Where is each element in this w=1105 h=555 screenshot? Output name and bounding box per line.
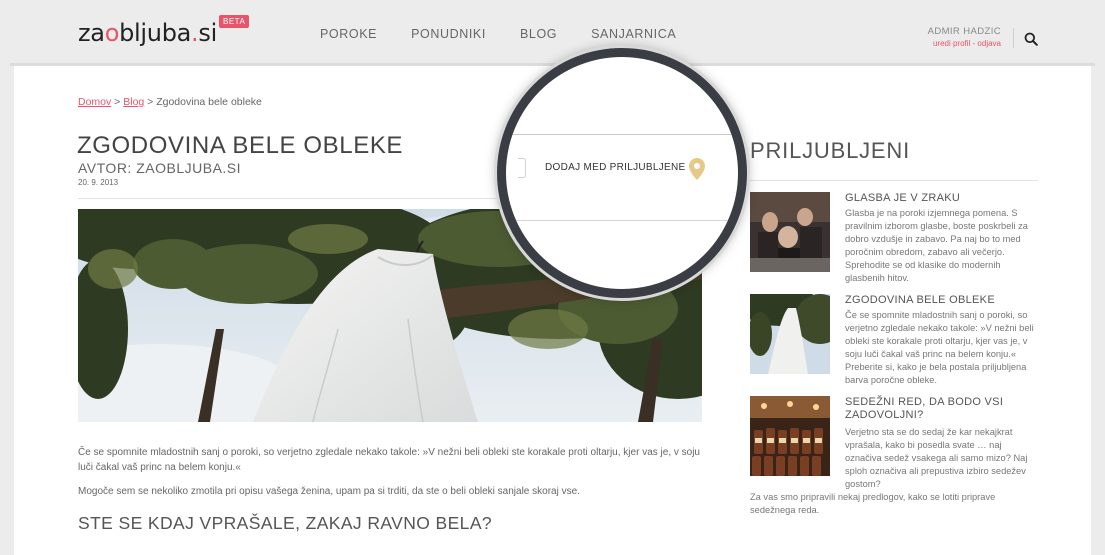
article-subheading: STE SE KDAJ VPRAŠALE, ZAKAJ RAVNO BELA?	[78, 513, 493, 533]
nav-poroke[interactable]: POROKE	[320, 27, 377, 41]
divider	[506, 134, 738, 135]
breadcrumb-blog[interactable]: Blog	[123, 96, 144, 108]
user-menu: ADMIR HADZIC uredi profil - odjava	[928, 26, 1001, 48]
divider	[506, 220, 738, 221]
site-logo[interactable]: zaobljuba.si	[78, 19, 217, 47]
header-divider	[1013, 28, 1014, 48]
add-to-favorites-label[interactable]: DODAJ MED PRILJUBLJENE	[545, 162, 686, 173]
sidebar-item-title[interactable]: SEDEŽNI RED, DA BODO VSI ZADOVOLJNI?	[845, 396, 1040, 422]
article-paragraph-1: Če se spomnite mladostnih sanj o poroki,…	[78, 447, 700, 473]
divider	[750, 180, 1038, 181]
nav-blog[interactable]: BLOG	[520, 27, 557, 41]
sidebar-item-title[interactable]: GLASBA JE V ZRAKU	[845, 192, 1040, 205]
article-date: 20. 9. 2013	[78, 178, 119, 187]
sidebar-item-thumbnail[interactable]	[750, 192, 830, 272]
sidebar-item-excerpt-more: Za vas smo pripravili nekaj predlogov, k…	[750, 492, 996, 515]
site-header: zaobljuba.si BETA POROKE PONUDNIKI BLOG …	[0, 0, 1105, 66]
breadcrumb-home[interactable]: Domov	[78, 96, 111, 108]
search-icon[interactable]	[1024, 32, 1038, 46]
pin-icon[interactable]	[688, 157, 706, 181]
article-title: ZGODOVINA BELE OBLEKE	[77, 132, 404, 159]
sidebar-item-thumbnail[interactable]	[750, 396, 830, 476]
article-author: AVTOR: ZAOBLJUBA.SI	[78, 160, 242, 176]
sidebar-item-thumbnail[interactable]	[750, 294, 830, 374]
magnifier-lens: DODAJ MED PRILJUBLJENE	[497, 48, 747, 298]
divider	[78, 198, 508, 199]
sidebar-title: PRILJUBLJENI	[750, 138, 910, 163]
sidebar-item-zgodovina[interactable]: ZGODOVINA BELE OBLEKE Če se spomnite mla…	[750, 294, 1040, 385]
sidebar-item-glasba[interactable]: GLASBA JE V ZRAKU Glasba je na poroki iz…	[750, 192, 1040, 283]
user-name[interactable]: ADMIR HADZIC	[928, 26, 1001, 37]
breadcrumb: Domov > Blog > Zgodovina bele obleke	[78, 96, 262, 108]
sidebar-item-excerpt: Glasba je na poroki izjemnega pomena. S …	[845, 208, 1028, 283]
nav-ponudniki[interactable]: PONUDNIKI	[411, 27, 486, 41]
sidebar-item-title[interactable]: ZGODOVINA BELE OBLEKE	[845, 294, 1040, 307]
sidebar-item-excerpt: Verjetno sta se do sedaj že kar nekajkra…	[845, 427, 1028, 489]
main-nav: POROKE PONUDNIKI BLOG SANJARNICA	[320, 27, 710, 41]
user-links[interactable]: uredi profil - odjava	[928, 39, 1001, 48]
beta-badge: BETA	[219, 15, 250, 28]
sidebar-item-sedezni-red[interactable]: SEDEŽNI RED, DA BODO VSI ZADOVOLJNI? Ver…	[750, 396, 1040, 516]
sidebar-item-excerpt: Če se spomnite mladostnih sanj o poroki,…	[845, 310, 1034, 385]
nav-sanjarnica[interactable]: SANJARNICA	[591, 27, 676, 41]
tab-edge	[518, 158, 526, 178]
breadcrumb-current: Zgodovina bele obleke	[156, 96, 262, 108]
article-paragraph-2: Mogoče sem se nekoliko zmotila pri opisu…	[78, 486, 580, 497]
